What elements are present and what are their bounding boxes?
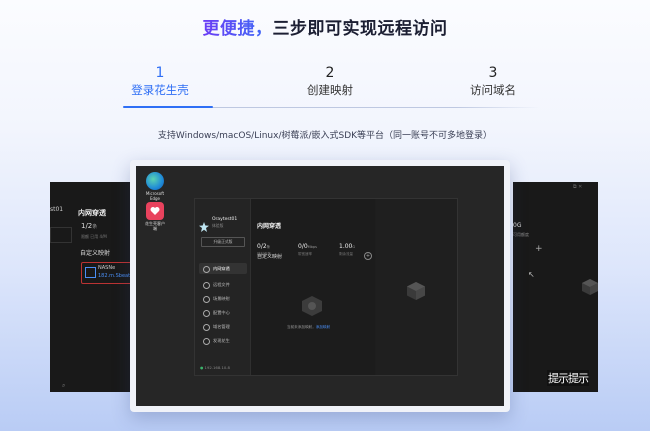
stat-traffic: 1.00G 剩余流量 — [339, 233, 355, 257]
nas-link[interactable]: 182.m.Sbeat — [98, 273, 130, 279]
nas-icon — [85, 267, 96, 278]
tunnel-icon — [203, 265, 210, 273]
nav-item-discover[interactable]: 发现花生 — [199, 335, 247, 346]
stat-value: 1.00 — [339, 243, 353, 250]
mapping-count: 1/2 — [81, 222, 93, 230]
status-dot-icon: ● — [200, 365, 204, 370]
nav-label: 场景映射 — [213, 296, 230, 301]
file-icon — [203, 281, 210, 289]
account-fragment: st01 — [50, 206, 64, 213]
upgrade-button[interactable]: 升级正式版 — [201, 237, 245, 247]
app-window: ≡–✕ Oraytest01 体验版 升级正式版 内网穿透 远程文件 场景映射 … — [194, 198, 458, 376]
config-icon — [203, 309, 210, 317]
step-number: 3 — [488, 65, 498, 81]
edge-icon — [146, 172, 164, 190]
active-step-indicator — [123, 106, 213, 108]
nas-label: NASNe — [98, 265, 116, 271]
headline-rest: 三步即可实现远程访问 — [272, 19, 448, 39]
nav-label: 域名管理 — [213, 324, 230, 329]
right-screen: ⧉ ✕ 0G 可用额度 + ↖ — [513, 182, 598, 392]
add-mapping-link[interactable]: 添加映射 — [316, 325, 330, 329]
scene-icon — [203, 295, 210, 303]
stat-unit: G — [352, 245, 356, 249]
step-number: 2 — [325, 65, 335, 81]
discover-icon — [203, 337, 210, 345]
nav-item-files[interactable]: 远程文件 — [199, 279, 247, 290]
stat-unit: 条 — [266, 245, 271, 249]
panel-title: 内网穿透 — [78, 209, 106, 217]
cursor-icon: ↖ — [528, 270, 535, 279]
step-label: 登录花生壳 — [131, 83, 189, 97]
nav-item-domain[interactable]: 域名管理 — [199, 321, 247, 332]
nav-item-scene[interactable]: 场景映射 — [199, 293, 247, 304]
peanut-shortcut[interactable]: 花生壳客户端 — [144, 202, 166, 231]
stat-bandwidth: 0/0Mbps 带宽速率 — [298, 233, 317, 257]
quota-sub: 可用额度 — [513, 232, 529, 237]
step-2[interactable]: 2 创建映射 — [270, 64, 390, 99]
step-3[interactable]: 3 访问域名 — [433, 64, 553, 99]
avatar-icon — [199, 217, 209, 232]
step-label: 创建映射 — [307, 83, 353, 97]
stat-unit: Mbps — [307, 245, 317, 249]
ip-value: 192.168.10.8 — [204, 365, 230, 370]
ip-address: ● 192.168.10.8 — [200, 365, 230, 370]
user-plan: 体验版 — [212, 223, 224, 228]
headline-highlight: 更便捷， — [202, 19, 273, 39]
steps: 1 登录花生壳 2 创建映射 3 访问域名 — [0, 64, 650, 100]
empty-text: 当前未添加映射， — [287, 325, 316, 329]
stat-label: 带宽速率 — [298, 252, 312, 256]
empty-state: 当前未添加映射，添加映射 — [287, 325, 330, 330]
add-icon[interactable]: + — [535, 244, 543, 254]
box-icon — [581, 278, 599, 300]
watermark: 提示提示 — [547, 370, 589, 386]
stat-value: 0/2 — [257, 243, 267, 250]
quota-note: 限额 已用 4/M — [81, 234, 107, 239]
stat-label: 剩余流量 — [339, 252, 353, 256]
peanut-label: 花生壳客户端 — [145, 221, 165, 231]
search-icon: ⌕ — [62, 382, 66, 389]
nav-label: 内网穿透 — [213, 266, 230, 271]
nav-item-config[interactable]: 配置中心 — [199, 307, 247, 318]
username: Oraytest01 — [212, 217, 238, 222]
tunnel-panel: 内网穿透 0/2条 映射条数 0/0Mbps 带宽速率 1.00G 剩余流量 自… — [251, 199, 375, 375]
platform-subtitle: 支持Windows/macOS/Linux/树莓派/嵌入式SDK等平台（同一账号… — [157, 131, 493, 141]
panel-title: 内网穿透 — [257, 223, 282, 230]
nav-label: 远程文件 — [213, 282, 230, 287]
peanut-icon — [146, 202, 164, 220]
section-title: 自定义映射 — [257, 254, 283, 260]
step-label: 访问域名 — [470, 83, 516, 97]
add-mapping-icon[interactable]: + — [364, 252, 372, 260]
nav-label: 发现花生 — [213, 338, 230, 343]
domain-icon — [203, 323, 210, 331]
step-number: 1 — [155, 65, 165, 81]
empty-state-icon — [301, 295, 323, 321]
left-screen: st01 内网穿透 1/2条 限额 已用 4/M 自定义映射 NASNe 182… — [50, 182, 135, 392]
detail-panel — [376, 199, 457, 375]
nas-mapping-card[interactable]: NASNe 182.m.Sbeat — [81, 262, 133, 284]
count-unit: 条 — [92, 224, 98, 230]
section-title: 自定义映射 — [80, 250, 111, 257]
nav-label: 配置中心 — [213, 310, 230, 315]
stat-value: 0/0 — [298, 243, 308, 250]
upgrade-button-fragment — [50, 227, 72, 243]
nav-item-tunnel[interactable]: 内网穿透 — [199, 263, 247, 274]
edge-shortcut[interactable]: Microsoft Edge — [144, 172, 166, 201]
headline: 更便捷，三步即可实现远程访问 — [0, 14, 650, 39]
box-icon — [406, 281, 426, 305]
window-controls: ⧉ ✕ — [573, 184, 583, 190]
step-1[interactable]: 1 登录花生壳 — [100, 64, 220, 99]
quota-value: 0G — [513, 222, 522, 229]
sidebar: Oraytest01 体验版 升级正式版 内网穿透 远程文件 场景映射 配置中心… — [195, 199, 251, 375]
edge-label: Microsoft Edge — [145, 191, 165, 201]
